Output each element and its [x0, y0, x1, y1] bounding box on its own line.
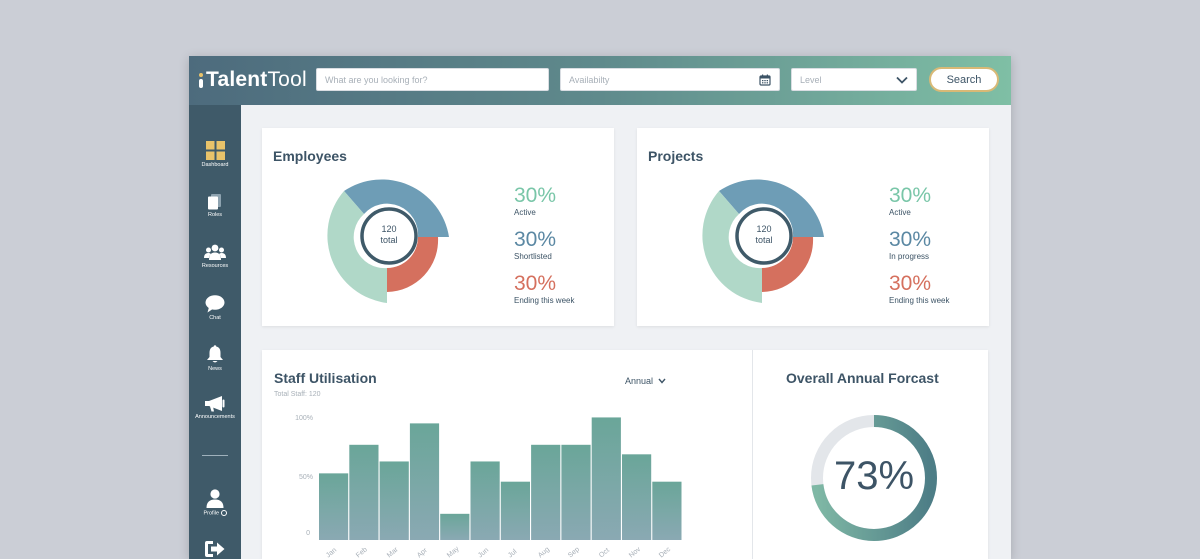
app-window: Talent Tool What are you looking for? Ava… [189, 56, 1011, 559]
bar-feb[interactable] [349, 444, 379, 540]
bar-nov[interactable] [622, 454, 652, 540]
bar-jun[interactable] [470, 461, 500, 540]
bar-sep[interactable] [561, 444, 591, 540]
bar-aug[interactable] [531, 444, 561, 540]
bar-mar[interactable] [379, 461, 409, 540]
forecast-value: 73% [833, 454, 915, 498]
bar-jan[interactable] [319, 473, 349, 540]
bar-apr[interactable] [409, 423, 440, 540]
bar-jul[interactable] [500, 481, 530, 540]
bar-oct[interactable] [591, 417, 621, 540]
bar-dec[interactable] [652, 481, 682, 540]
forecast-title: Overall Annual Forcast [786, 370, 939, 386]
bar-may[interactable] [440, 513, 470, 540]
